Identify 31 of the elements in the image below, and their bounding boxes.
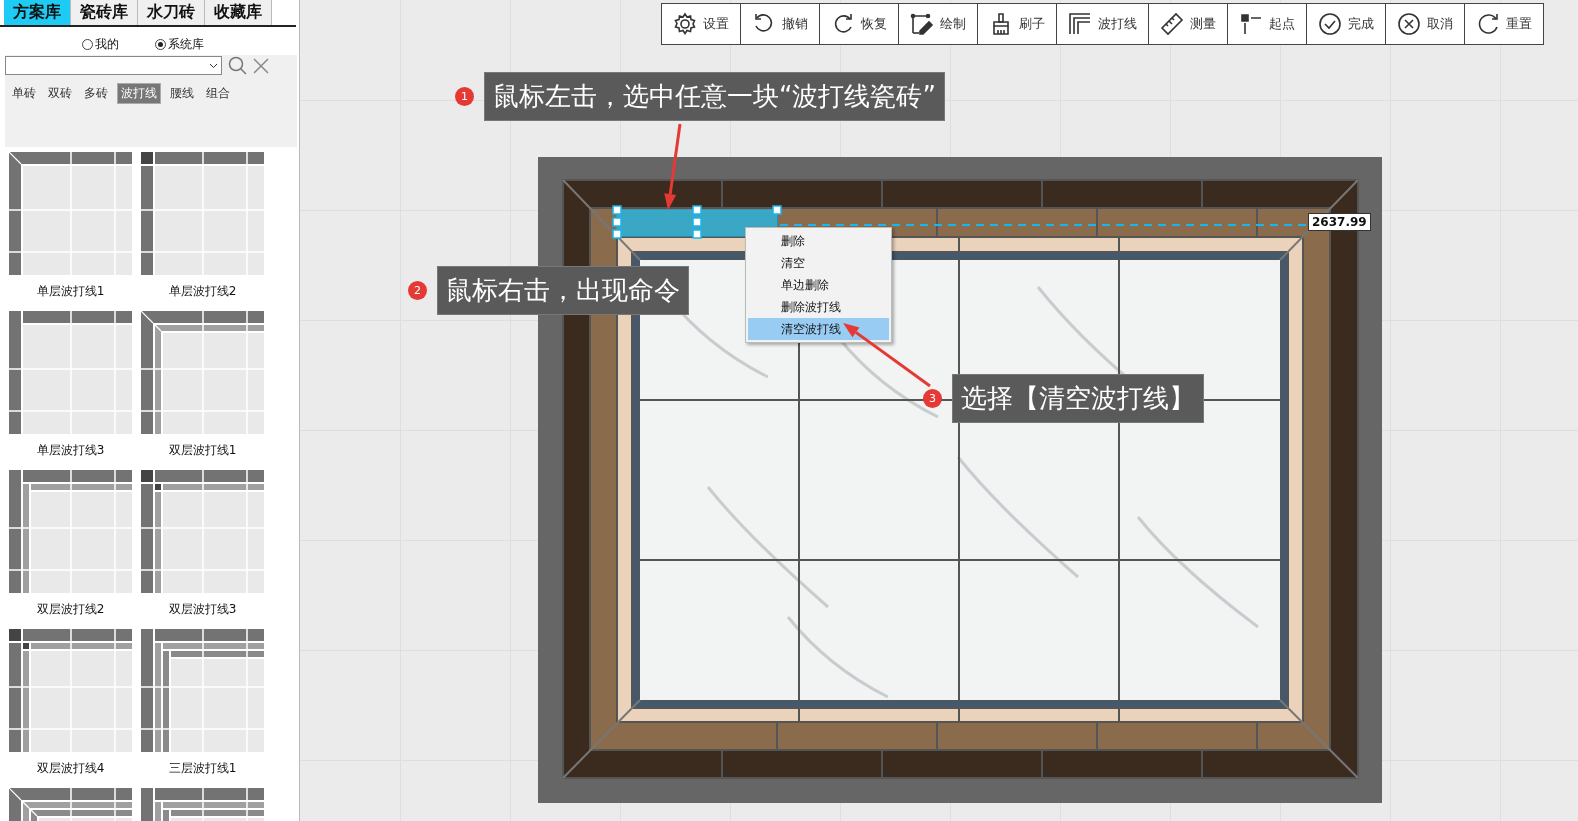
radio-label[interactable]: 系统库	[168, 35, 204, 53]
pattern-label: 三层波打线1	[168, 760, 237, 777]
menu-item[interactable]: 删除	[748, 230, 889, 252]
menu-item[interactable]: 清空	[748, 252, 889, 274]
category-tab[interactable]: 双砖	[45, 83, 75, 104]
pattern-label: 双层波打线1	[168, 442, 237, 459]
pattern-label: 单层波打线1	[36, 283, 105, 300]
menu-item[interactable]: 单边删除	[748, 274, 889, 296]
library-tab[interactable]: 收藏库	[205, 0, 272, 25]
pattern-label: 单层波打线3	[36, 442, 105, 459]
library-tab[interactable]: 方案库	[4, 0, 71, 25]
category-tab[interactable]: 单砖	[9, 83, 39, 104]
category-tab[interactable]: 多砖	[81, 83, 111, 104]
callout-note: 鼠标右击，出现命令	[437, 266, 689, 315]
category-tab[interactable]: 组合	[203, 83, 233, 104]
pattern-label: 单层波打线2	[168, 283, 237, 300]
step-number: 1	[455, 87, 474, 106]
step-number: 2	[408, 281, 427, 300]
category-tab[interactable]: 腰线	[167, 83, 197, 104]
library-tab[interactable]: 瓷砖库	[71, 0, 138, 25]
callout-note: 选择【清空波打线】	[952, 374, 1204, 423]
category-tab[interactable]: 波打线	[117, 83, 161, 104]
menu-item[interactable]: 删除波打线	[748, 296, 889, 318]
pattern-label: 双层波打线3	[168, 601, 237, 618]
radio-label[interactable]: 我的	[95, 35, 119, 53]
pattern-label: 双层波打线4	[36, 760, 105, 777]
callout-note: 鼠标左击，选中任意一块“波打线瓷砖”	[484, 72, 945, 121]
dimension-label: 2637.99	[1308, 213, 1371, 231]
pattern-label: 双层波打线2	[36, 601, 105, 618]
library-tab[interactable]: 水刀砖	[138, 0, 205, 25]
menu-item[interactable]: 清空波打线	[748, 318, 889, 340]
